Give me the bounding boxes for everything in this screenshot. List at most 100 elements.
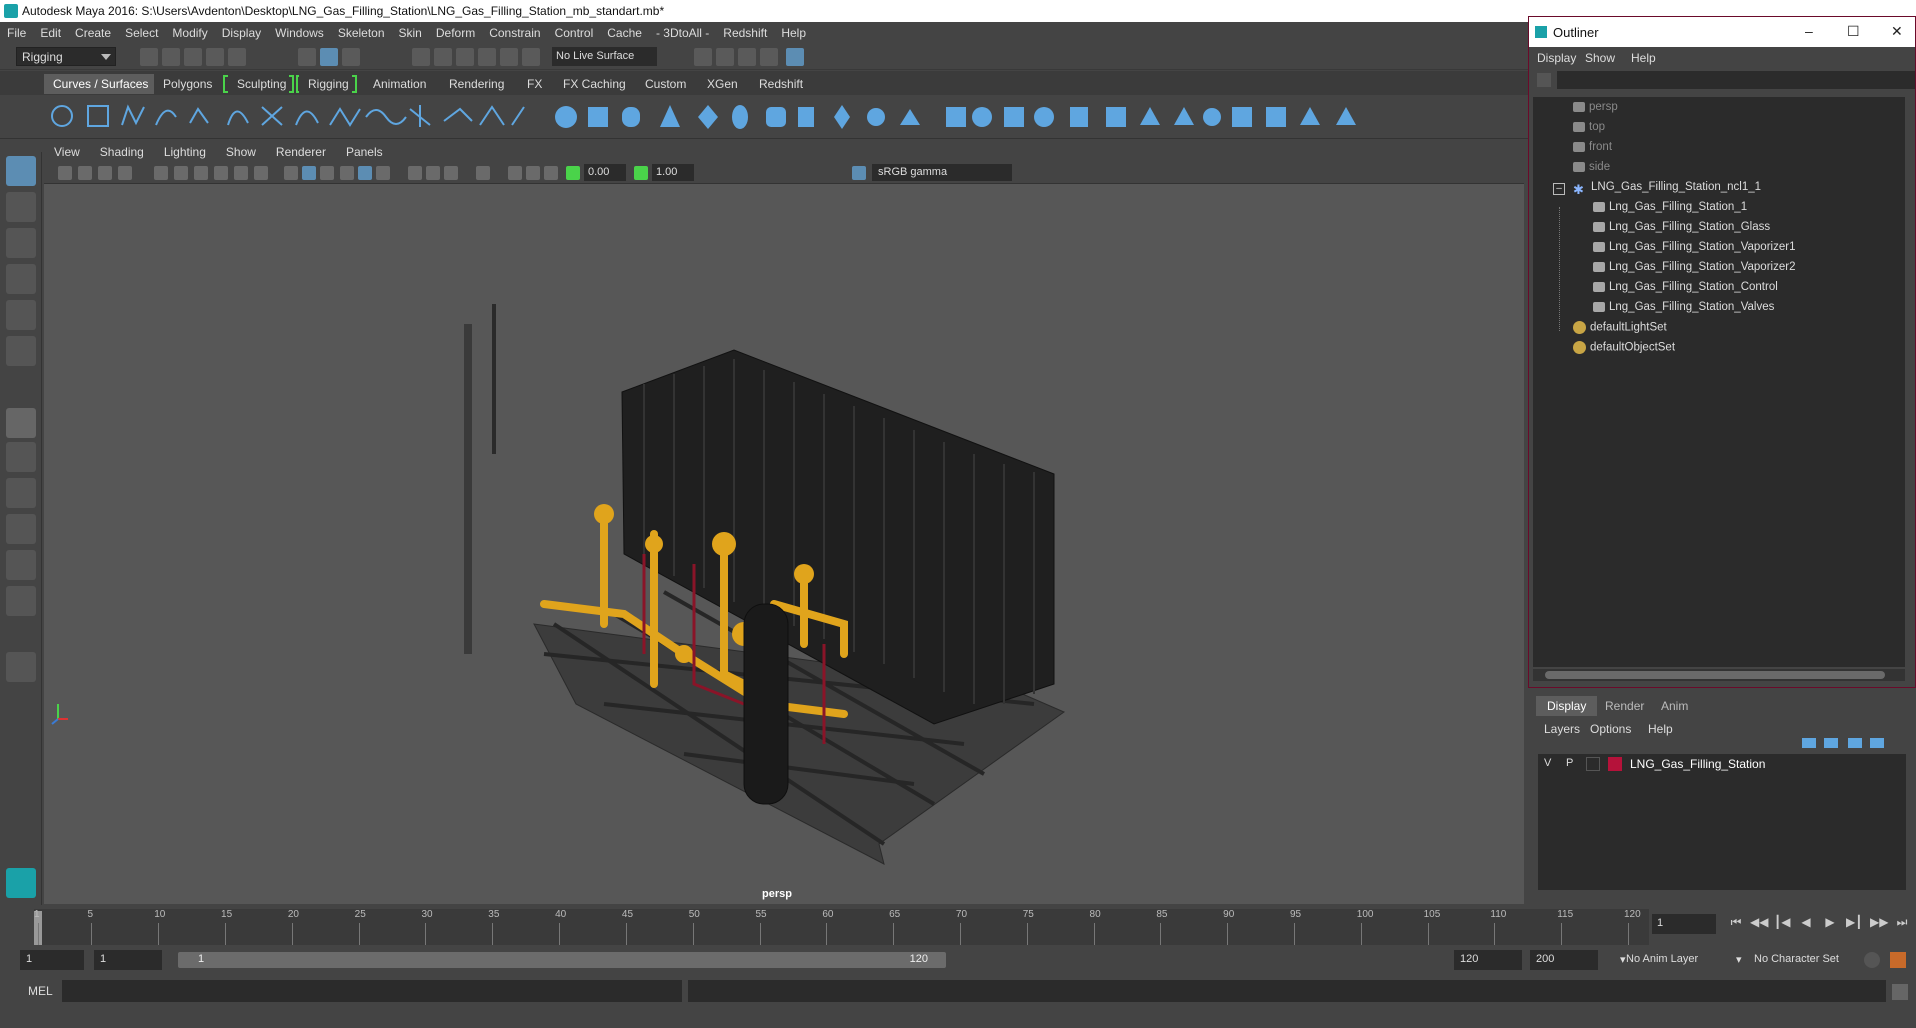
menu-file[interactable]: File	[0, 22, 33, 44]
layer-tab-anim[interactable]: Anim	[1650, 696, 1699, 716]
layer-menu-help[interactable]: Help	[1648, 722, 1673, 736]
two-view-layout-icon[interactable]	[6, 478, 36, 508]
script-editor-icon[interactable]	[1892, 984, 1908, 1000]
expand-toolbox-icon[interactable]	[6, 652, 36, 682]
live-surface-field[interactable]: No Live Surface	[552, 47, 657, 66]
outliner-search-input[interactable]	[1557, 71, 1915, 89]
shelf-tab-fx-caching[interactable]: FX Caching	[554, 74, 635, 94]
bookmark-icon[interactable]	[98, 166, 112, 180]
range-slider[interactable]: 1 120	[178, 952, 946, 968]
script-language-label[interactable]: MEL	[28, 984, 53, 998]
chevron-down-icon[interactable]: ▾	[1730, 950, 1748, 970]
display-type-toggle[interactable]	[1586, 757, 1600, 771]
shelf-tab-sculpting[interactable]: Sculpting	[228, 74, 296, 94]
step-back-key-icon[interactable]: ◀◀	[1750, 915, 1768, 931]
list-item[interactable]: Lng_Gas_Filling_Station_Glass	[1593, 221, 1770, 241]
shelf-tab-curves-surfaces[interactable]: Curves / Surfaces	[44, 74, 158, 94]
depth-of-field-icon[interactable]	[526, 166, 540, 180]
open-scene-icon[interactable]	[162, 48, 180, 66]
list-item[interactable]: Lng_Gas_Filling_Station_1	[1593, 201, 1747, 221]
shelf-tab-redshift[interactable]: Redshift	[750, 74, 813, 94]
panel-menu-view[interactable]: View	[44, 142, 90, 162]
go-to-end-icon[interactable]: ⏭	[1894, 915, 1910, 931]
xray-icon[interactable]	[408, 166, 422, 180]
viewport-persp[interactable]: persp	[44, 184, 1524, 904]
menu-deform[interactable]: Deform	[429, 22, 482, 44]
menu-set-select[interactable]: Rigging	[16, 47, 116, 66]
list-item[interactable]: persp	[1573, 101, 1618, 121]
ipr-render-icon[interactable]	[738, 48, 756, 66]
move-tool-icon[interactable]	[6, 264, 36, 294]
playback-toggle[interactable]: P	[1566, 757, 1573, 769]
snap-live-icon[interactable]	[522, 48, 540, 66]
layer-row[interactable]: V P LNG_Gas_Filling_Station	[1538, 754, 1906, 774]
grid-icon[interactable]	[154, 166, 168, 180]
menu-skeleton[interactable]: Skeleton	[331, 22, 392, 44]
ambient-occlusion-icon[interactable]	[476, 166, 490, 180]
undo-icon[interactable]	[206, 48, 224, 66]
layer-tab-display[interactable]: Display	[1536, 696, 1598, 716]
panel-menu-panels[interactable]: Panels	[336, 142, 393, 162]
snap-surface-icon[interactable]	[500, 48, 518, 66]
list-item[interactable]: Lng_Gas_Filling_Station_Valves	[1593, 301, 1774, 321]
shelf-tab-xgen[interactable]: XGen	[698, 74, 747, 94]
character-set-select[interactable]: No Character Set	[1748, 950, 1858, 970]
new-scene-icon[interactable]	[140, 48, 158, 66]
list-item[interactable]: side	[1573, 161, 1610, 181]
preferences-icon[interactable]	[1890, 952, 1906, 968]
menu-cache[interactable]: Cache	[600, 22, 649, 44]
playback-end-field[interactable]: 120	[1454, 950, 1522, 970]
scrollbar-thumb[interactable]	[1545, 671, 1885, 679]
menu-select[interactable]: Select	[118, 22, 165, 44]
menu-control[interactable]: Control	[548, 22, 601, 44]
anti-aliasing-icon[interactable]	[508, 166, 522, 180]
lasso-tool-icon[interactable]	[6, 192, 36, 222]
select-object-icon[interactable]	[320, 48, 338, 66]
maya-home-icon[interactable]	[6, 868, 36, 898]
camera-select-icon[interactable]	[58, 166, 72, 180]
collapse-icon[interactable]: –	[1553, 183, 1565, 195]
render-view-icon[interactable]	[694, 48, 712, 66]
play-forward-icon[interactable]: ▶	[1822, 915, 1838, 931]
move-layer-down-icon[interactable]	[1824, 738, 1838, 748]
snap-grid-icon[interactable]	[412, 48, 430, 66]
maximize-icon[interactable]: ☐	[1847, 23, 1860, 40]
scene-end-field[interactable]: 200	[1530, 950, 1598, 970]
film-gate-icon[interactable]	[174, 166, 188, 180]
image-plane-icon[interactable]	[118, 166, 132, 180]
shelf-tab-fx[interactable]: FX	[518, 74, 552, 94]
menu-redshift[interactable]: Redshift	[716, 22, 774, 44]
move-layer-up-icon[interactable]	[1802, 738, 1816, 748]
motion-blur-icon[interactable]	[544, 166, 558, 180]
outliner-menu-show[interactable]: Show	[1585, 51, 1615, 65]
play-backward-icon[interactable]: ◀	[1798, 915, 1814, 931]
wireframe-icon[interactable]	[284, 166, 298, 180]
rotate-tool-icon[interactable]	[6, 300, 36, 330]
shelf-tab-polygons[interactable]: Polygons	[154, 74, 222, 94]
menu-edit[interactable]: Edit	[33, 22, 68, 44]
four-view-layout-icon[interactable]	[6, 442, 36, 472]
list-item[interactable]: Lng_Gas_Filling_Station_Vaporizer2	[1593, 261, 1795, 281]
save-scene-icon[interactable]	[184, 48, 202, 66]
layer-menu-layers[interactable]: Layers	[1544, 722, 1580, 736]
field-chart-icon[interactable]	[234, 166, 248, 180]
xray-joints-icon[interactable]	[426, 166, 440, 180]
step-forward-key-icon[interactable]: ▶▶	[1870, 915, 1888, 931]
menu-modify[interactable]: Modify	[165, 22, 214, 44]
outliner-layout-icon[interactable]	[6, 514, 36, 544]
redo-icon[interactable]	[228, 48, 246, 66]
snap-point-icon[interactable]	[456, 48, 474, 66]
menu-windows[interactable]: Windows	[268, 22, 331, 44]
single-view-layout-icon[interactable]	[6, 408, 36, 438]
visibility-toggle[interactable]: V	[1544, 757, 1551, 769]
resolution-gate-icon[interactable]	[194, 166, 208, 180]
gate-mask-icon[interactable]	[214, 166, 228, 180]
list-item[interactable]: Lng_Gas_Filling_Station_Control	[1593, 281, 1778, 301]
list-item[interactable]: Lng_Gas_Filling_Station_Vaporizer1	[1593, 241, 1795, 261]
hypershade-icon[interactable]	[786, 48, 804, 66]
isolate-select-icon[interactable]	[444, 166, 458, 180]
panel-menu-show[interactable]: Show	[216, 142, 266, 162]
smooth-shade-icon[interactable]	[302, 166, 316, 180]
minimize-icon[interactable]: –	[1805, 23, 1813, 39]
scene-start-field[interactable]: 1	[20, 950, 84, 970]
